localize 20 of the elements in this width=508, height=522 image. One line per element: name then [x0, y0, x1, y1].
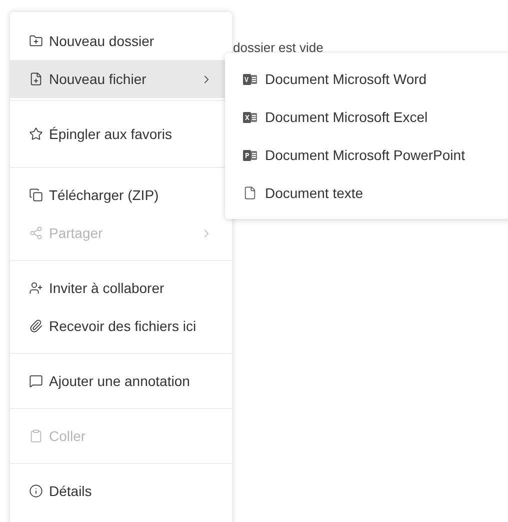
presentation-icon — [243, 148, 257, 162]
folder-plus-icon — [29, 34, 43, 48]
info-icon — [29, 484, 43, 498]
menu-item[interactable]: Nouveau dossier — [10, 22, 232, 60]
user-plus-icon — [29, 281, 43, 295]
menu-item[interactable]: Inviter à collaborer — [10, 269, 232, 307]
menu-item[interactable]: Détails — [10, 472, 232, 510]
word-document-icon — [243, 72, 257, 86]
empty-folder-message: dossier est vide — [233, 39, 324, 57]
comment-icon — [29, 374, 43, 388]
star-icon — [29, 127, 43, 141]
copy-icon — [29, 188, 43, 202]
menu-item[interactable]: Ajouter une annotation — [10, 362, 232, 400]
menu-item[interactable]: Recevoir des fichiers ici — [10, 307, 232, 345]
file-plus-icon — [29, 72, 43, 86]
share-icon — [29, 226, 43, 240]
spreadsheet-icon — [243, 110, 257, 124]
document-icon — [243, 186, 257, 200]
paperclip-icon — [29, 319, 43, 333]
clipboard-icon — [29, 429, 43, 443]
